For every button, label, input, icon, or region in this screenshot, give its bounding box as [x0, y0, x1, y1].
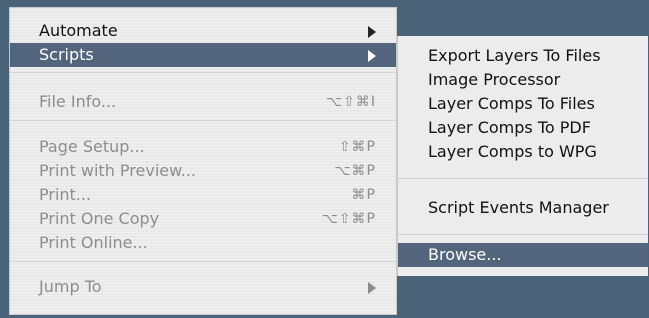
submenu-item-layer-comps-files[interactable]: Layer Comps To Files: [398, 92, 648, 116]
menu-item-shortcut: ⌘P: [351, 187, 376, 203]
menu-item-label: Automate: [39, 21, 118, 40]
submenu-item-browse[interactable]: Browse...: [398, 243, 648, 267]
submenu-item-label: Browse...: [428, 245, 502, 264]
menu-item-label: File Info...: [39, 92, 117, 111]
submenu-arrow-icon: [368, 50, 376, 62]
menu-separator: [10, 120, 396, 121]
menu-item-label: Print One Copy: [39, 209, 160, 228]
menu-item-automate[interactable]: Automate: [10, 19, 396, 43]
submenu-item-label: Export Layers To Files: [428, 46, 601, 65]
submenu-item-layer-comps-pdf[interactable]: Layer Comps To PDF: [398, 116, 648, 140]
menu-item-label: Print...: [39, 185, 92, 204]
menu-item-print-with-preview[interactable]: Print with Preview... ⌥⌘P: [10, 159, 396, 183]
menu-separator: [10, 72, 396, 73]
menu-item-file-info[interactable]: File Info... ⌥⇧⌘I: [10, 90, 396, 114]
submenu-arrow-icon: [368, 26, 376, 38]
submenu-arrow-icon: [368, 282, 376, 294]
submenu-item-label: Layer Comps to WPG: [428, 142, 597, 161]
menu-item-label: Scripts: [39, 45, 94, 64]
submenu-item-label: Layer Comps To PDF: [428, 118, 591, 137]
menu-item-scripts[interactable]: Scripts: [10, 43, 396, 67]
menu-item-shortcut: ⌥⌘P: [334, 163, 376, 179]
menu-item-print[interactable]: Print... ⌘P: [10, 183, 396, 207]
submenu-item-label: Script Events Manager: [428, 198, 609, 217]
scripts-submenu: Export Layers To Files Image Processor L…: [397, 36, 648, 276]
menu-separator: [10, 261, 396, 262]
menu-item-jump-to[interactable]: Jump To: [10, 275, 396, 299]
menu-item-label: Print with Preview...: [39, 161, 196, 180]
menu-item-shortcut: ⌥⇧⌘P: [321, 211, 376, 227]
submenu-item-label: Image Processor: [428, 70, 561, 89]
menu-item-label: Jump To: [39, 277, 102, 296]
menu-item-label: Page Setup...: [39, 137, 145, 156]
submenu-item-layer-comps-wpg[interactable]: Layer Comps to WPG: [398, 140, 648, 164]
menu-item-print-one-copy[interactable]: Print One Copy ⌥⇧⌘P: [10, 207, 396, 231]
submenu-item-export-layers[interactable]: Export Layers To Files: [398, 44, 648, 68]
menu-item-print-online[interactable]: Print Online...: [10, 231, 396, 255]
submenu-item-image-processor[interactable]: Image Processor: [398, 68, 648, 92]
menu-item-shortcut: ⇧⌘P: [338, 139, 376, 155]
menu-item-label: Print Online...: [39, 233, 148, 252]
menu-item-page-setup[interactable]: Page Setup... ⇧⌘P: [10, 135, 396, 159]
submenu-item-script-events-manager[interactable]: Script Events Manager: [398, 196, 648, 220]
menu-item-shortcut: ⌥⇧⌘I: [326, 94, 376, 110]
submenu-separator: [398, 234, 648, 235]
submenu-item-label: Layer Comps To Files: [428, 94, 595, 113]
file-menu: Automate Scripts File Info... ⌥⇧⌘I Page …: [9, 7, 397, 315]
submenu-separator: [398, 178, 648, 179]
